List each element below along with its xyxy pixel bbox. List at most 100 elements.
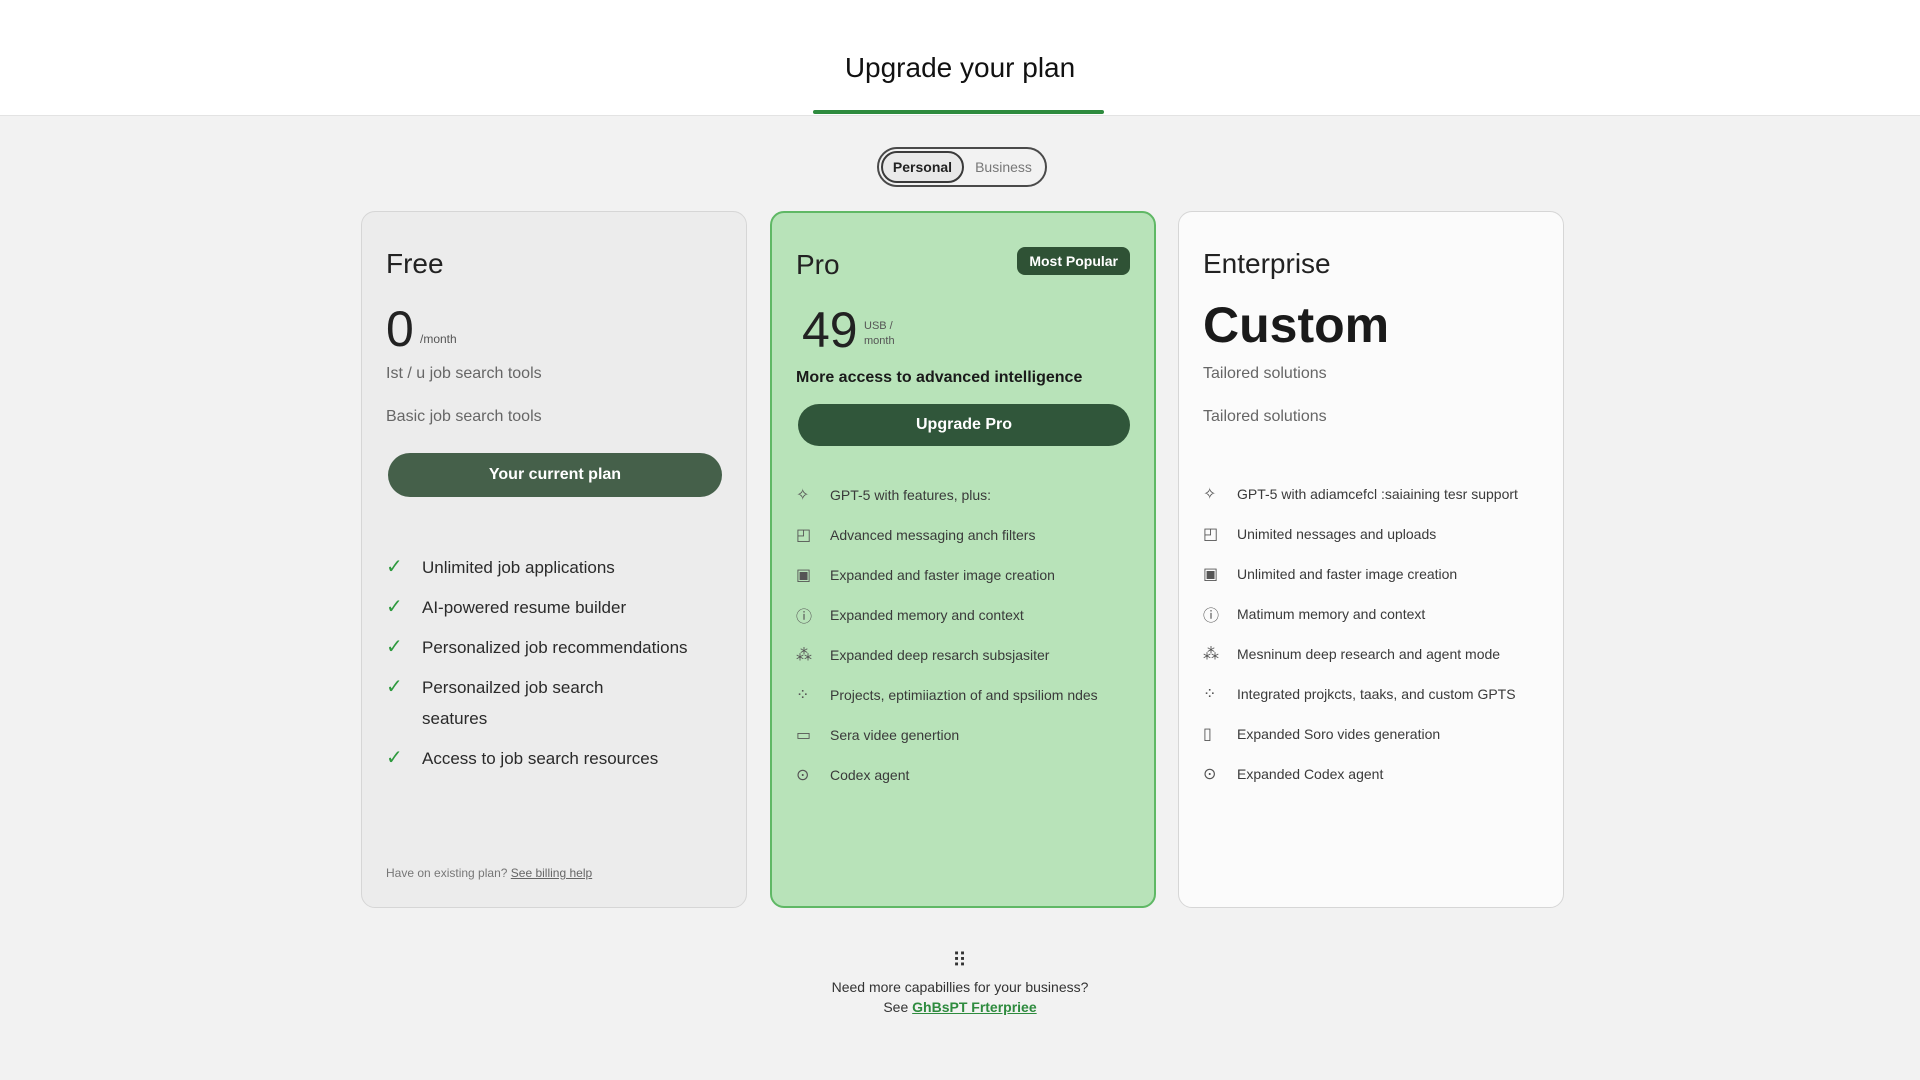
check-icon: ✓ [386, 676, 403, 698]
image-icon: ▣ [796, 567, 812, 584]
feature-list: ✓ Unlimited job applications ✓ AI-powered … [386, 552, 726, 783]
plan-card-pro: Pro Most Popular 49 USB / month More acc… [770, 211, 1156, 908]
image-icon: ▣ [1203, 566, 1219, 583]
codex-icon: ⊙ [796, 767, 810, 784]
list-item: ▭ Sera videe genertion [796, 715, 1146, 755]
research-icon: ⁂ [796, 647, 812, 664]
plan-price: 0 [386, 301, 414, 357]
list-item: ✧ GPT-5 with features, plus: [796, 475, 1146, 515]
enterprise-link[interactable]: GhBsPT Frterpriee [912, 999, 1036, 1015]
list-item: ✧ GPT-5 with adiamcefcl :saiaining tesr s… [1203, 474, 1553, 514]
feature-label: Matimum memory and context [1237, 606, 1426, 622]
check-icon: ✓ [386, 636, 403, 658]
billing-help-link[interactable]: See billing help [511, 866, 592, 880]
memory-icon: ⓘ [1203, 608, 1220, 625]
page-title: Upgrade your plan [844, 52, 1076, 83]
chat-bubble-icon: ◰ [1203, 526, 1219, 543]
business-footer: ⠿ Need more capabillies for your busines… [0, 948, 1920, 1015]
feature-label: Unlimited job applications [422, 558, 615, 577]
list-item: ✓ Unlimited job applications [386, 552, 726, 583]
research-icon: ⁂ [1203, 646, 1219, 663]
feature-label: Sera videe genertion [830, 727, 960, 743]
feature-label: AI-powered resume builder [422, 598, 627, 617]
apps-grid-icon: ⠿ [952, 950, 968, 972]
list-item: ◰ Unimited nessages and uploads [1203, 514, 1553, 554]
list-item: ✓ Access to job search resources [386, 743, 726, 774]
feature-label: Expanded Soro vides generation [1237, 726, 1441, 742]
list-item: ⁂ Expanded deep resarch subsjasiter [796, 635, 1146, 675]
top-bar: Upgrade your plan [0, 0, 1920, 116]
feature-label: Expanded Codex agent [1237, 766, 1384, 782]
codex-icon: ⊙ [1203, 766, 1217, 783]
list-item: ⊙ Expanded Codex agent [1203, 754, 1553, 794]
list-item: ✓ Personailzed job search seatures [386, 672, 726, 734]
price-unit: /month [420, 332, 457, 346]
projects-icon: ⁘ [796, 687, 810, 704]
feature-label: Codex agent [830, 767, 910, 783]
feature-label: Access to job search resources [422, 749, 659, 768]
feature-label: Projects, eptimiiaztion of and spsiliom … [830, 687, 1098, 703]
check-icon: ✓ [386, 596, 403, 618]
billing-text: Have on existing plan? [386, 866, 508, 880]
sparkle-icon: ✧ [1203, 486, 1217, 503]
list-item: ◰ Advanced messaging anch filters [796, 515, 1146, 555]
price-period: month [864, 335, 895, 347]
plan-price: Custom [1203, 297, 1390, 353]
projects-icon: ⁘ [1203, 686, 1217, 703]
list-item: ▣ Unlimited and faster image creation [1203, 554, 1553, 594]
video-icon: ▯ [1203, 726, 1212, 743]
plan-type-toggle[interactable]: Personal Business [877, 147, 1047, 187]
feature-label: Integrated projkcts, taaks, and custom G… [1237, 686, 1516, 702]
plan-description: Tailored solutions [1203, 408, 1327, 425]
toggle-personal[interactable]: Personal [881, 151, 964, 183]
sparkle-icon: ✧ [796, 487, 810, 504]
plan-card-enterprise: Enterprise Custom Tailored solutions Tai… [1178, 211, 1564, 908]
feature-label: Unimited nessages and uploads [1237, 526, 1437, 542]
plan-name: Pro [796, 249, 840, 280]
list-item: ⓘ Matimum memory and context [1203, 594, 1553, 634]
list-item: ⁘ Projects, eptimiiaztion of and spsiliom… [796, 675, 1146, 715]
plan-description: Basic job search tools [386, 408, 542, 425]
footer-see: See GhBsPT Frterpriee [0, 999, 1920, 1015]
feature-label: Expanded deep resarch subsjasiter [830, 647, 1050, 663]
feature-label: Personailzed job search seatures [422, 678, 604, 728]
feature-list: ✧ GPT-5 with adiamcefcl :saiaining tesr s… [1203, 474, 1553, 794]
plan-name: Free [386, 248, 444, 279]
plan-subline: Tailored solutions [1203, 365, 1327, 382]
plan-name: Enterprise [1203, 248, 1331, 279]
check-icon: ✓ [386, 747, 403, 769]
list-item: ✓ Personalized job recommendations [386, 632, 726, 663]
plan-card-free: Free 0 /month Ist / u job search tools B… [361, 211, 747, 908]
list-item: ▣ Expanded and faster image creation [796, 555, 1146, 595]
memory-icon: ⓘ [796, 609, 813, 626]
feature-list: ✧ GPT-5 with features, plus: ◰ Advanced me… [796, 475, 1146, 795]
chat-bubble-icon: ◰ [796, 527, 812, 544]
feature-label: Expanded memory and context [830, 607, 1024, 623]
list-item: ⓘ Expanded memory and context [796, 595, 1146, 635]
list-item: ✓ AI-powered resume builder [386, 592, 726, 623]
plan-tagline: More access to advanced intelligence [796, 369, 1083, 386]
feature-label: Mesninum deep research and agent mode [1237, 646, 1501, 662]
list-item: ⊙ Codex agent [796, 755, 1146, 795]
plan-subline: Ist / u job search tools [386, 365, 542, 382]
billing-help: Have on existing plan? See billing help [386, 866, 592, 880]
most-popular-badge: Most Popular [1017, 247, 1130, 275]
list-item: ⁘ Integrated projkcts, taaks, and custom … [1203, 674, 1553, 714]
price-currency: USB / [864, 320, 893, 332]
toggle-business[interactable]: Business [964, 151, 1043, 183]
current-plan-button[interactable]: Your current plan [388, 453, 722, 497]
feature-label: Unlimited and faster image creation [1237, 566, 1458, 582]
feature-label: GPT-5 with features, plus: [830, 487, 992, 503]
list-item: ▯ Expanded Soro vides generation [1203, 714, 1553, 754]
plan-price: 49 [802, 302, 858, 358]
feature-label: Advanced messaging anch filters [830, 527, 1036, 543]
footer-see-label: See [883, 999, 909, 1015]
feature-label: Personalized job recommendations [422, 638, 688, 657]
footer-question: Need more capabillies for your business? [831, 979, 1089, 995]
list-item: ⁂ Mesninum deep research and agent mode [1203, 634, 1553, 674]
title-underline [813, 110, 1104, 114]
feature-label: GPT-5 with adiamcefcl :saiaining tesr su… [1237, 486, 1518, 502]
price-unit: USB / month [864, 319, 895, 349]
check-icon: ✓ [386, 556, 403, 578]
upgrade-pro-button[interactable]: Upgrade Pro [798, 404, 1130, 446]
